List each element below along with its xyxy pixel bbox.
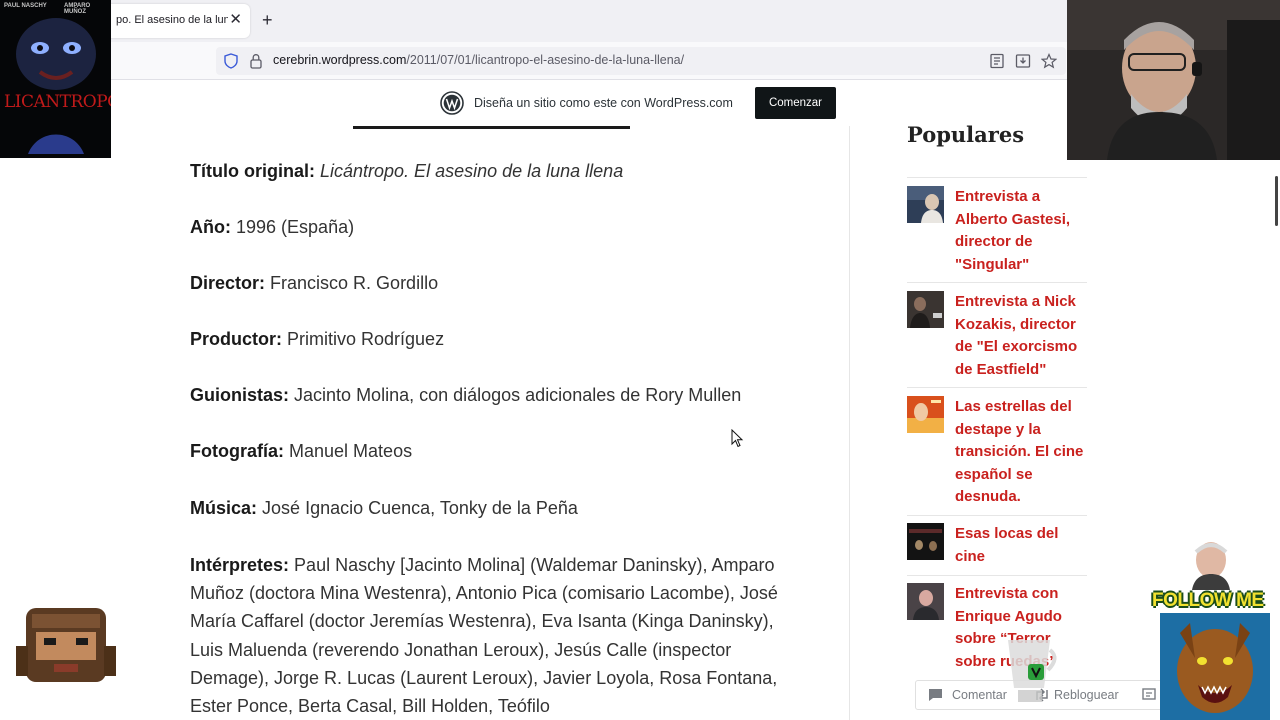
- bookmark-star-icon[interactable]: [1041, 53, 1057, 69]
- sidebar-separator: [907, 387, 1087, 388]
- nav-underline: [353, 126, 630, 129]
- field-value: Manuel Mateos: [289, 441, 413, 461]
- sidebar-separator: [907, 177, 1087, 178]
- follow-me-text: FOLLOW ME: [1152, 590, 1264, 611]
- post-thumbnail[interactable]: [907, 291, 944, 328]
- browser-tabstrip: po. El asesino de la luna ✕ +: [0, 0, 1067, 42]
- tab-title: po. El asesino de la luna: [116, 14, 228, 26]
- url-path: /2011/07/01/licantropo-el-asesino-de-la-…: [406, 53, 685, 67]
- post-thumbnail[interactable]: [907, 523, 944, 560]
- shield-icon[interactable]: [224, 53, 238, 69]
- field-fotografia: Fotografía: Manuel Mateos: [190, 437, 412, 465]
- field-productor: Productor: Primitivo Rodríguez: [190, 325, 444, 353]
- sidebar-title: Populares: [907, 122, 1025, 147]
- popular-link[interactable]: Entrevista a Nick Kozakis, director de "…: [955, 291, 1087, 381]
- wordpress-logo-icon: [440, 91, 464, 115]
- follow-avatar: [1192, 542, 1230, 590]
- field-value: Francisco R. Gordillo: [270, 273, 439, 293]
- comment-icon[interactable]: [928, 688, 943, 702]
- page-scrollbar[interactable]: [1275, 176, 1278, 226]
- field-director: Director: Francisco R. Gordillo: [190, 269, 438, 297]
- webcam-overlay: [1067, 0, 1280, 160]
- field-value: Jacinto Molina, con diálogos adicionales…: [294, 385, 742, 405]
- coffee-cup-overlay: [1008, 640, 1057, 702]
- poster-wolf-face: [16, 18, 96, 90]
- poster-actor-left: PAUL NASCHY: [4, 3, 47, 9]
- lock-icon[interactable]: [250, 53, 262, 69]
- field-interpretes: Intérpretes: Paul Naschy [Jacinto Molina…: [190, 551, 800, 720]
- field-label: Guionistas:: [190, 385, 290, 405]
- field-label: Intérpretes:: [190, 555, 290, 575]
- field-guionistas: Guionistas: Jacinto Molina, con diálogos…: [190, 381, 741, 409]
- comenzar-button[interactable]: Comenzar: [755, 87, 836, 119]
- more-icon[interactable]: [1142, 688, 1156, 702]
- field-value: Primitivo Rodríguez: [287, 329, 445, 349]
- wordpress-banner: Diseña un sitio como este con WordPress.…: [111, 80, 1067, 126]
- close-tab-icon[interactable]: ✕: [229, 11, 242, 29]
- post-thumbnail[interactable]: [907, 186, 944, 223]
- mouse-cursor-icon: [731, 429, 744, 448]
- url-bar[interactable]: cerebrin.wordpress.com/2011/07/01/licant…: [216, 47, 1066, 75]
- sidebar-separator: [907, 515, 1087, 516]
- popular-link[interactable]: Entrevista a Alberto Gastesi, director d…: [955, 186, 1087, 276]
- post-thumbnail[interactable]: [907, 396, 944, 433]
- field-value: Paul Naschy [Jacinto Molina] (Waldemar D…: [190, 555, 778, 717]
- field-ano: Año: 1996 (España): [190, 213, 354, 241]
- url-text[interactable]: cerebrin.wordpress.com/2011/07/01/licant…: [273, 53, 684, 67]
- movie-poster-overlay: PAUL NASCHY AMPARO MUÑOZ LICANTROPO: [0, 0, 111, 158]
- save-to-pocket-icon[interactable]: [1015, 53, 1031, 69]
- doom-face-overlay: [16, 608, 116, 682]
- reader-view-icon[interactable]: [989, 53, 1005, 69]
- field-label: Fotografía:: [190, 441, 284, 461]
- wordpress-banner-text: Diseña un sitio como este con WordPress.…: [474, 96, 733, 110]
- field-titulo-original: Título original: Licántropo. El asesino …: [190, 157, 623, 185]
- url-domain: cerebrin.wordpress.com: [273, 53, 407, 67]
- comment-button[interactable]: Comentar: [952, 688, 1007, 702]
- popular-link[interactable]: Esas locas del cine: [955, 523, 1087, 568]
- field-value: 1996 (España): [236, 217, 355, 237]
- poster-figure: [28, 134, 84, 154]
- reblog-button[interactable]: Rebloguear: [1054, 688, 1119, 702]
- new-tab-button[interactable]: +: [262, 10, 273, 30]
- field-value: José Ignacio Cuenca, Tonky de la Peña: [262, 498, 578, 518]
- wolf-overlay: [1160, 613, 1270, 720]
- field-label: Director:: [190, 273, 266, 293]
- poster-title: LICANTROPO: [4, 92, 111, 112]
- popular-link[interactable]: Las estrellas del destape y la transició…: [955, 396, 1087, 509]
- sidebar-separator: [907, 575, 1087, 576]
- field-label: Año:: [190, 217, 231, 237]
- field-value: Licántropo. El asesino de la luna llena: [320, 161, 624, 181]
- field-label: Título original:: [190, 161, 315, 181]
- sidebar-separator: [907, 282, 1087, 283]
- field-musica: Música: José Ignacio Cuenca, Tonky de la…: [190, 494, 578, 522]
- field-label: Música:: [190, 498, 258, 518]
- post-thumbnail[interactable]: [907, 583, 944, 620]
- browser-tab[interactable]: po. El asesino de la luna ✕: [110, 4, 250, 38]
- field-label: Productor:: [190, 329, 282, 349]
- browser-navbar: cerebrin.wordpress.com/2011/07/01/licant…: [0, 42, 1067, 80]
- column-divider: [849, 126, 850, 720]
